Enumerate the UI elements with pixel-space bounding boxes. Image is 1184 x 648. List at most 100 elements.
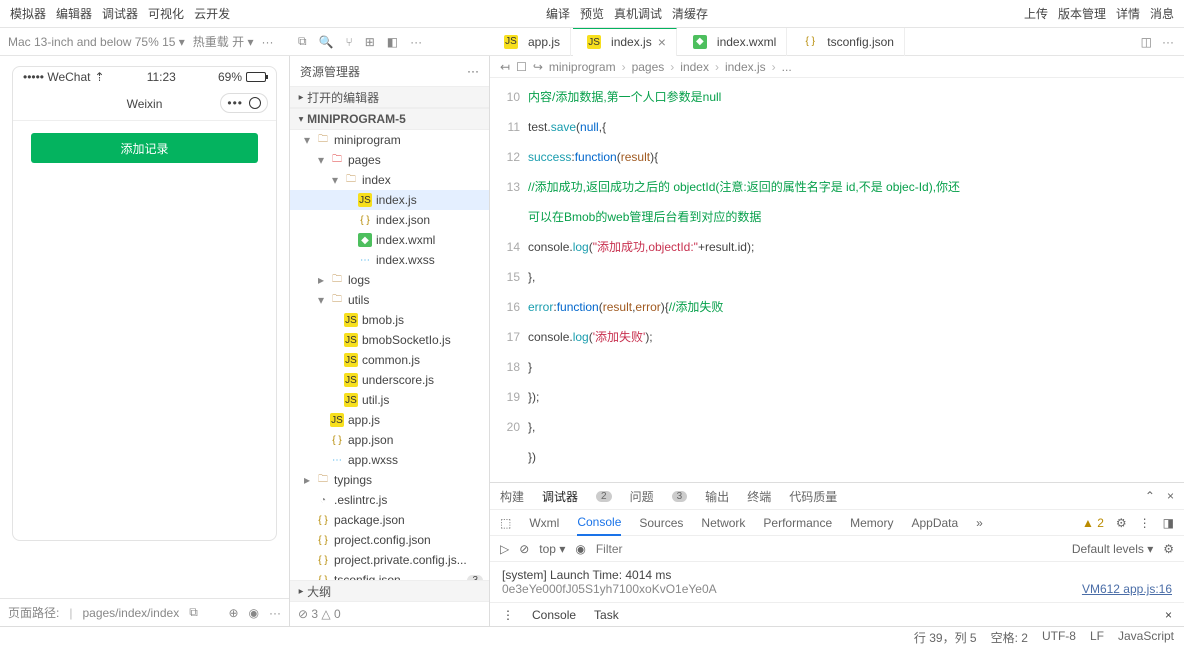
tree-pages[interactable]: ▾🗀pages xyxy=(290,150,489,170)
bookmark-icon[interactable]: ☐ xyxy=(516,60,527,74)
gear-icon[interactable]: ⚙ xyxy=(1116,516,1127,530)
add-record-button[interactable]: 添加记录 xyxy=(31,133,258,163)
devtab-appdata[interactable]: AppData xyxy=(911,516,958,530)
devtab-memory[interactable]: Memory xyxy=(850,516,893,530)
tab-index.js[interactable]: JSindex.js× xyxy=(573,28,677,56)
dock-icon[interactable]: ◨ xyxy=(1163,516,1174,530)
branch-icon[interactable]: ⑂ xyxy=(346,35,353,49)
menu-编译[interactable]: 编译 xyxy=(546,5,570,22)
warnings-badge[interactable]: ▲ 2 xyxy=(1082,516,1104,530)
tree-common.js[interactable]: JScommon.js xyxy=(290,350,489,370)
close-icon[interactable]: × xyxy=(658,34,666,50)
menu-编辑器[interactable]: 编辑器 xyxy=(56,5,92,22)
source-link[interactable]: VM612 app.js:16 xyxy=(1082,582,1172,596)
devtab-console[interactable]: Console xyxy=(577,510,621,536)
menu-可视化[interactable]: 可视化 xyxy=(148,5,184,22)
code-line[interactable]: error:function(result,error){//添加失败 xyxy=(528,292,960,322)
close-icon[interactable]: × xyxy=(1165,608,1172,622)
tree-app.json[interactable]: app.json xyxy=(290,430,489,450)
devtab-network[interactable]: Network xyxy=(701,516,745,530)
tree-miniprogram[interactable]: ▾🗀miniprogram xyxy=(290,130,489,150)
gear-icon[interactable]: ⚙ xyxy=(1163,542,1174,556)
code-line[interactable]: }); xyxy=(528,382,960,412)
reload-toggle[interactable]: 热重载 开 ▾ xyxy=(193,33,254,50)
tree-underscore.js[interactable]: JSunderscore.js xyxy=(290,370,489,390)
more-icon[interactable]: » xyxy=(976,516,983,530)
tree-logs[interactable]: ▸🗀logs xyxy=(290,270,489,290)
tab-tsconfig.json[interactable]: tsconfig.json xyxy=(789,28,905,56)
tree-project.config.json[interactable]: project.config.json xyxy=(290,530,489,550)
tree-index[interactable]: ▾🗀index xyxy=(290,170,489,190)
copy-icon[interactable]: ⧉ xyxy=(189,605,198,620)
panel-tab-代码质量[interactable]: 代码质量 xyxy=(789,488,837,505)
tree-typings[interactable]: ▸🗀typings xyxy=(290,470,489,490)
devtab-sources[interactable]: Sources xyxy=(639,516,683,530)
crumb[interactable]: miniprogram xyxy=(549,60,616,74)
crumb[interactable]: pages xyxy=(632,60,665,74)
menu-版本管理[interactable]: 版本管理 xyxy=(1058,5,1106,22)
panel-tab-问题[interactable]: 问题 xyxy=(630,488,654,505)
panel-tab-构建[interactable]: 构建 xyxy=(500,488,524,505)
tree-util.js[interactable]: JSutil.js xyxy=(290,390,489,410)
code-line[interactable]: 内容/添加数据,第一个人口参数是null xyxy=(528,82,960,112)
menu-清缓存[interactable]: 清缓存 xyxy=(672,5,708,22)
drawer-task[interactable]: Task xyxy=(594,608,619,622)
code-line[interactable]: }) xyxy=(528,442,960,472)
crumb[interactable]: index xyxy=(680,60,709,74)
menu-模拟器[interactable]: 模拟器 xyxy=(10,5,46,22)
rewind-icon[interactable]: ↤ xyxy=(500,60,510,74)
arrow-icon[interactable]: ↪ xyxy=(533,60,543,74)
tree-bmobSocketIo.js[interactable]: JSbmobSocketIo.js xyxy=(290,330,489,350)
panel-tab-输出[interactable]: 输出 xyxy=(705,488,729,505)
level-selector[interactable]: Default levels ▾ xyxy=(1072,542,1153,556)
menu-预览[interactable]: 预览 xyxy=(580,5,604,22)
context-selector[interactable]: top ▾ xyxy=(539,542,565,556)
toggle-icon[interactable]: ◧ xyxy=(387,35,398,49)
code-line[interactable]: console.log('添加失败'); xyxy=(528,322,960,352)
panel-tab-终端[interactable]: 终端 xyxy=(747,488,771,505)
devtab-performance[interactable]: Performance xyxy=(763,516,832,530)
kebab-icon[interactable]: ⋮ xyxy=(1139,516,1151,530)
menu-云开发[interactable]: 云开发 xyxy=(194,5,230,22)
crumb[interactable]: ... xyxy=(782,60,792,74)
tree-.eslintrc.js[interactable]: ◔.eslintrc.js xyxy=(290,490,489,510)
target-icon[interactable] xyxy=(249,97,261,109)
chevron-up-icon[interactable]: ⌃ xyxy=(1145,489,1155,503)
code-line[interactable]: //添加成功,返回成功之后的 objectId(注意:返回的属性名字是 id,不… xyxy=(528,172,960,232)
tab-index.wxml[interactable]: ◆index.wxml xyxy=(679,28,787,56)
tab-app.js[interactable]: JSapp.js xyxy=(490,28,571,56)
tree-index.js[interactable]: JSindex.js xyxy=(290,190,489,210)
tree-index.json[interactable]: index.json xyxy=(290,210,489,230)
tree-index.wxss[interactable]: index.wxss xyxy=(290,250,489,270)
code-line[interactable]: test.save(null,{ xyxy=(528,112,960,142)
stop-icon[interactable]: ⊘ xyxy=(519,542,529,556)
more-icon[interactable]: ··· xyxy=(269,606,281,620)
more-icon[interactable]: ··· xyxy=(410,35,422,49)
more-icon[interactable]: ··· xyxy=(1162,35,1174,49)
code-line[interactable]: success:function(result){ xyxy=(528,142,960,172)
eye-icon[interactable]: ◉ xyxy=(575,542,585,556)
spaces[interactable]: 空格: 2 xyxy=(991,629,1028,646)
tree-tsconfig.json[interactable]: tsconfig.json3 xyxy=(290,570,489,580)
tree-index.wxml[interactable]: ◆index.wxml xyxy=(290,230,489,250)
language[interactable]: JavaScript xyxy=(1118,629,1174,646)
menu-详情[interactable]: 详情 xyxy=(1116,5,1140,22)
tree-package.json[interactable]: package.json xyxy=(290,510,489,530)
ext-icon[interactable]: ⊞ xyxy=(365,35,375,49)
open-editors-section[interactable]: 打开的编辑器 xyxy=(290,86,489,108)
crumb[interactable]: index.js xyxy=(725,60,766,74)
kebab-icon[interactable]: ⋮ xyxy=(502,608,514,622)
inspect-icon[interactable]: ⬚ xyxy=(500,516,511,530)
menu-上传[interactable]: 上传 xyxy=(1024,5,1048,22)
cursor-pos[interactable]: 行 39，列 5 xyxy=(914,629,977,646)
encoding[interactable]: UTF-8 xyxy=(1042,629,1076,646)
menu-icon[interactable]: ••• xyxy=(227,96,243,110)
tree-app.js[interactable]: JSapp.js xyxy=(290,410,489,430)
eye-icon[interactable]: ◉ xyxy=(249,606,259,620)
play-icon[interactable]: ▷ xyxy=(500,542,509,556)
panel-tab-调试器[interactable]: 调试器 xyxy=(542,488,578,505)
menu-真机调试[interactable]: 真机调试 xyxy=(614,5,662,22)
close-icon[interactable]: × xyxy=(1167,489,1174,503)
drawer-console[interactable]: Console xyxy=(532,608,576,622)
device-selector[interactable]: Mac 13-inch and below 75% 15 ▾ xyxy=(8,35,185,49)
